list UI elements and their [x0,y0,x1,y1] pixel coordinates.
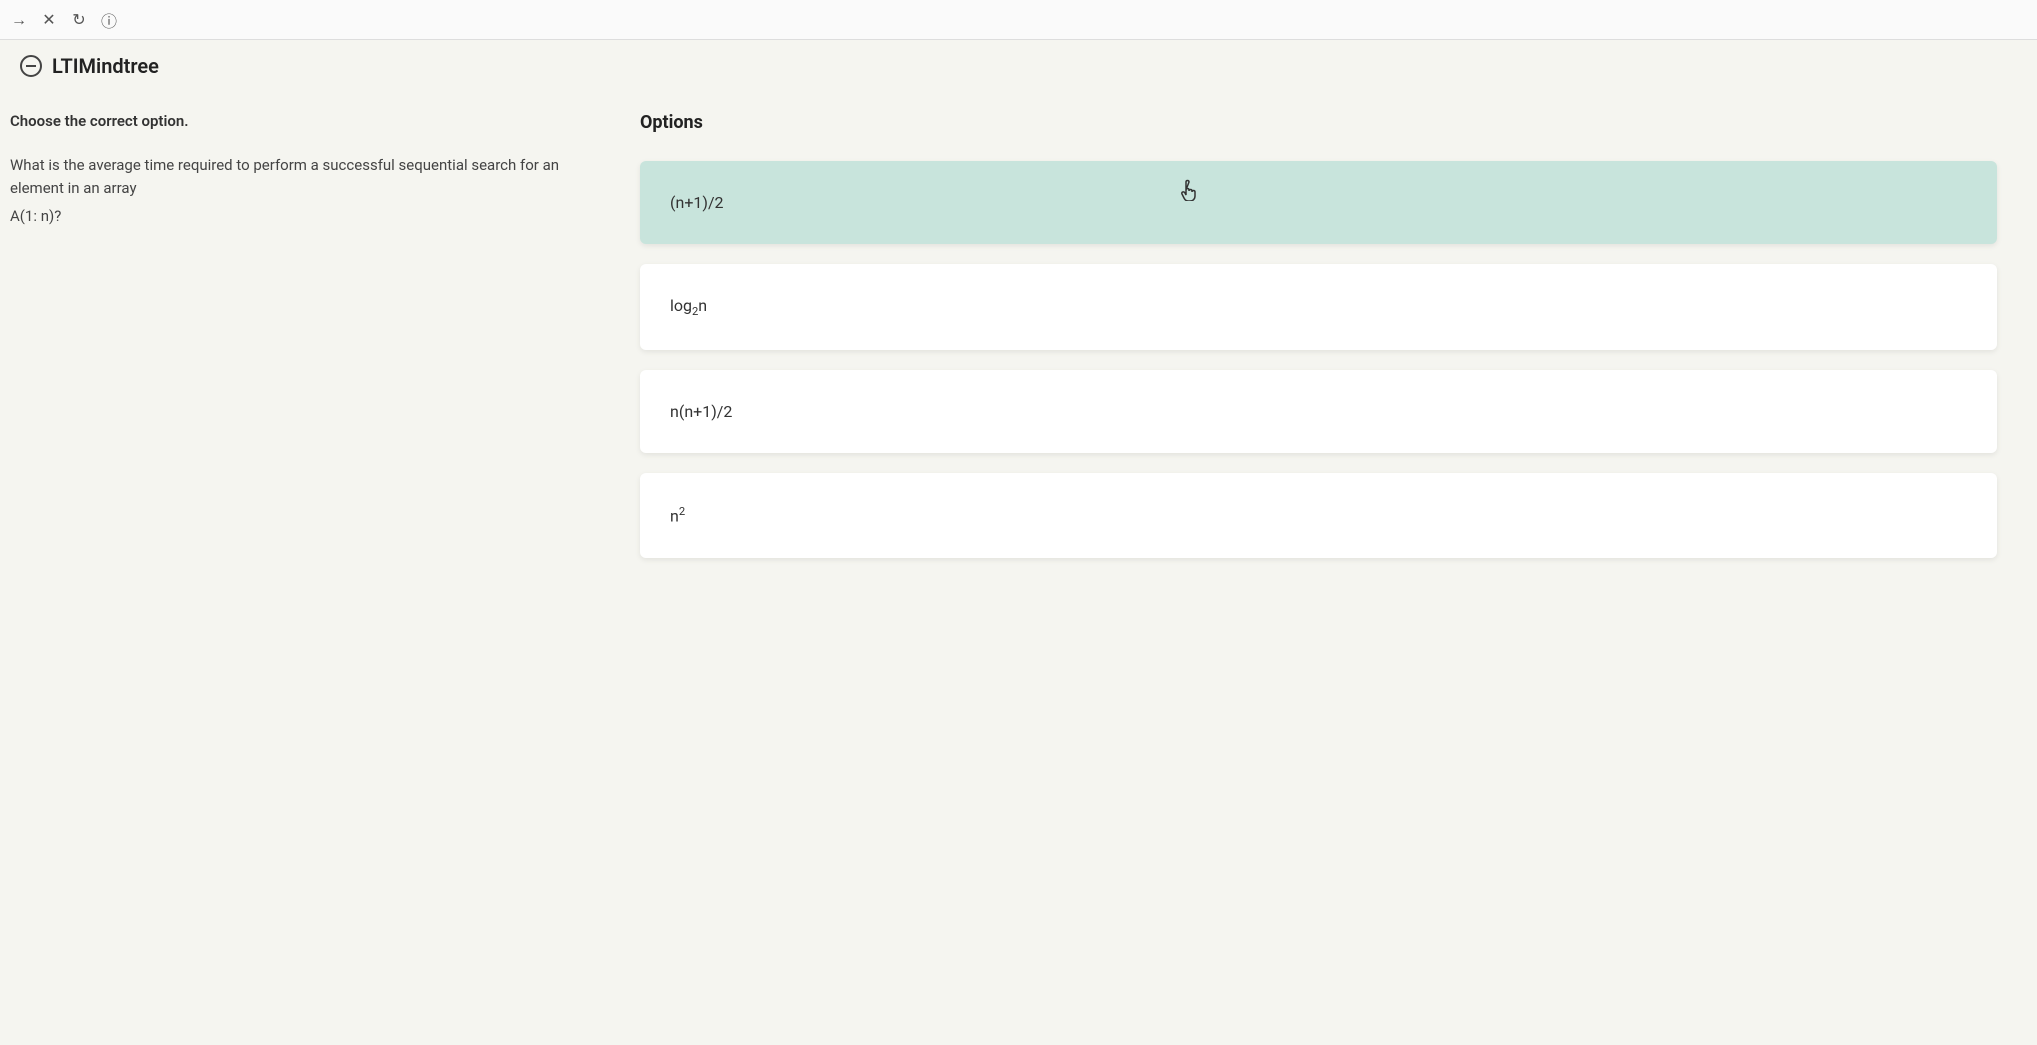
header: LTIMindtree [0,40,2037,92]
option-3[interactable]: n(n+1)/2 [640,370,1997,453]
option-2[interactable]: log2n [640,264,1997,350]
option-1[interactable]: (n+1)/2 [640,161,1997,244]
refresh-icon[interactable]: ↻ [70,11,88,29]
pointer-cursor-icon [1179,179,1199,206]
info-icon[interactable]: ⓘ [100,11,118,29]
logo-icon [20,55,42,77]
option-4[interactable]: n2 [640,473,1997,557]
options-list: (n+1)/2 log2n n(n+1)/2 n2 [640,161,1997,558]
options-pane: Options (n+1)/2 log2n n(n+1)/2 n2 [620,112,2037,578]
close-icon[interactable]: ✕ [40,11,58,29]
question-text: What is the average time required to per… [10,154,600,199]
options-title: Options [640,112,1997,133]
question-pane: Choose the correct option. What is the a… [0,112,620,578]
nav-arrow-icon[interactable]: → [10,11,28,29]
content-area: Choose the correct option. What is the a… [0,92,2037,578]
instruction-text: Choose the correct option. [10,112,600,130]
brand-name: LTIMindtree [52,54,159,78]
browser-bar: → ✕ ↻ ⓘ [0,0,2037,40]
question-subtext: A(1: n)? [10,207,600,225]
